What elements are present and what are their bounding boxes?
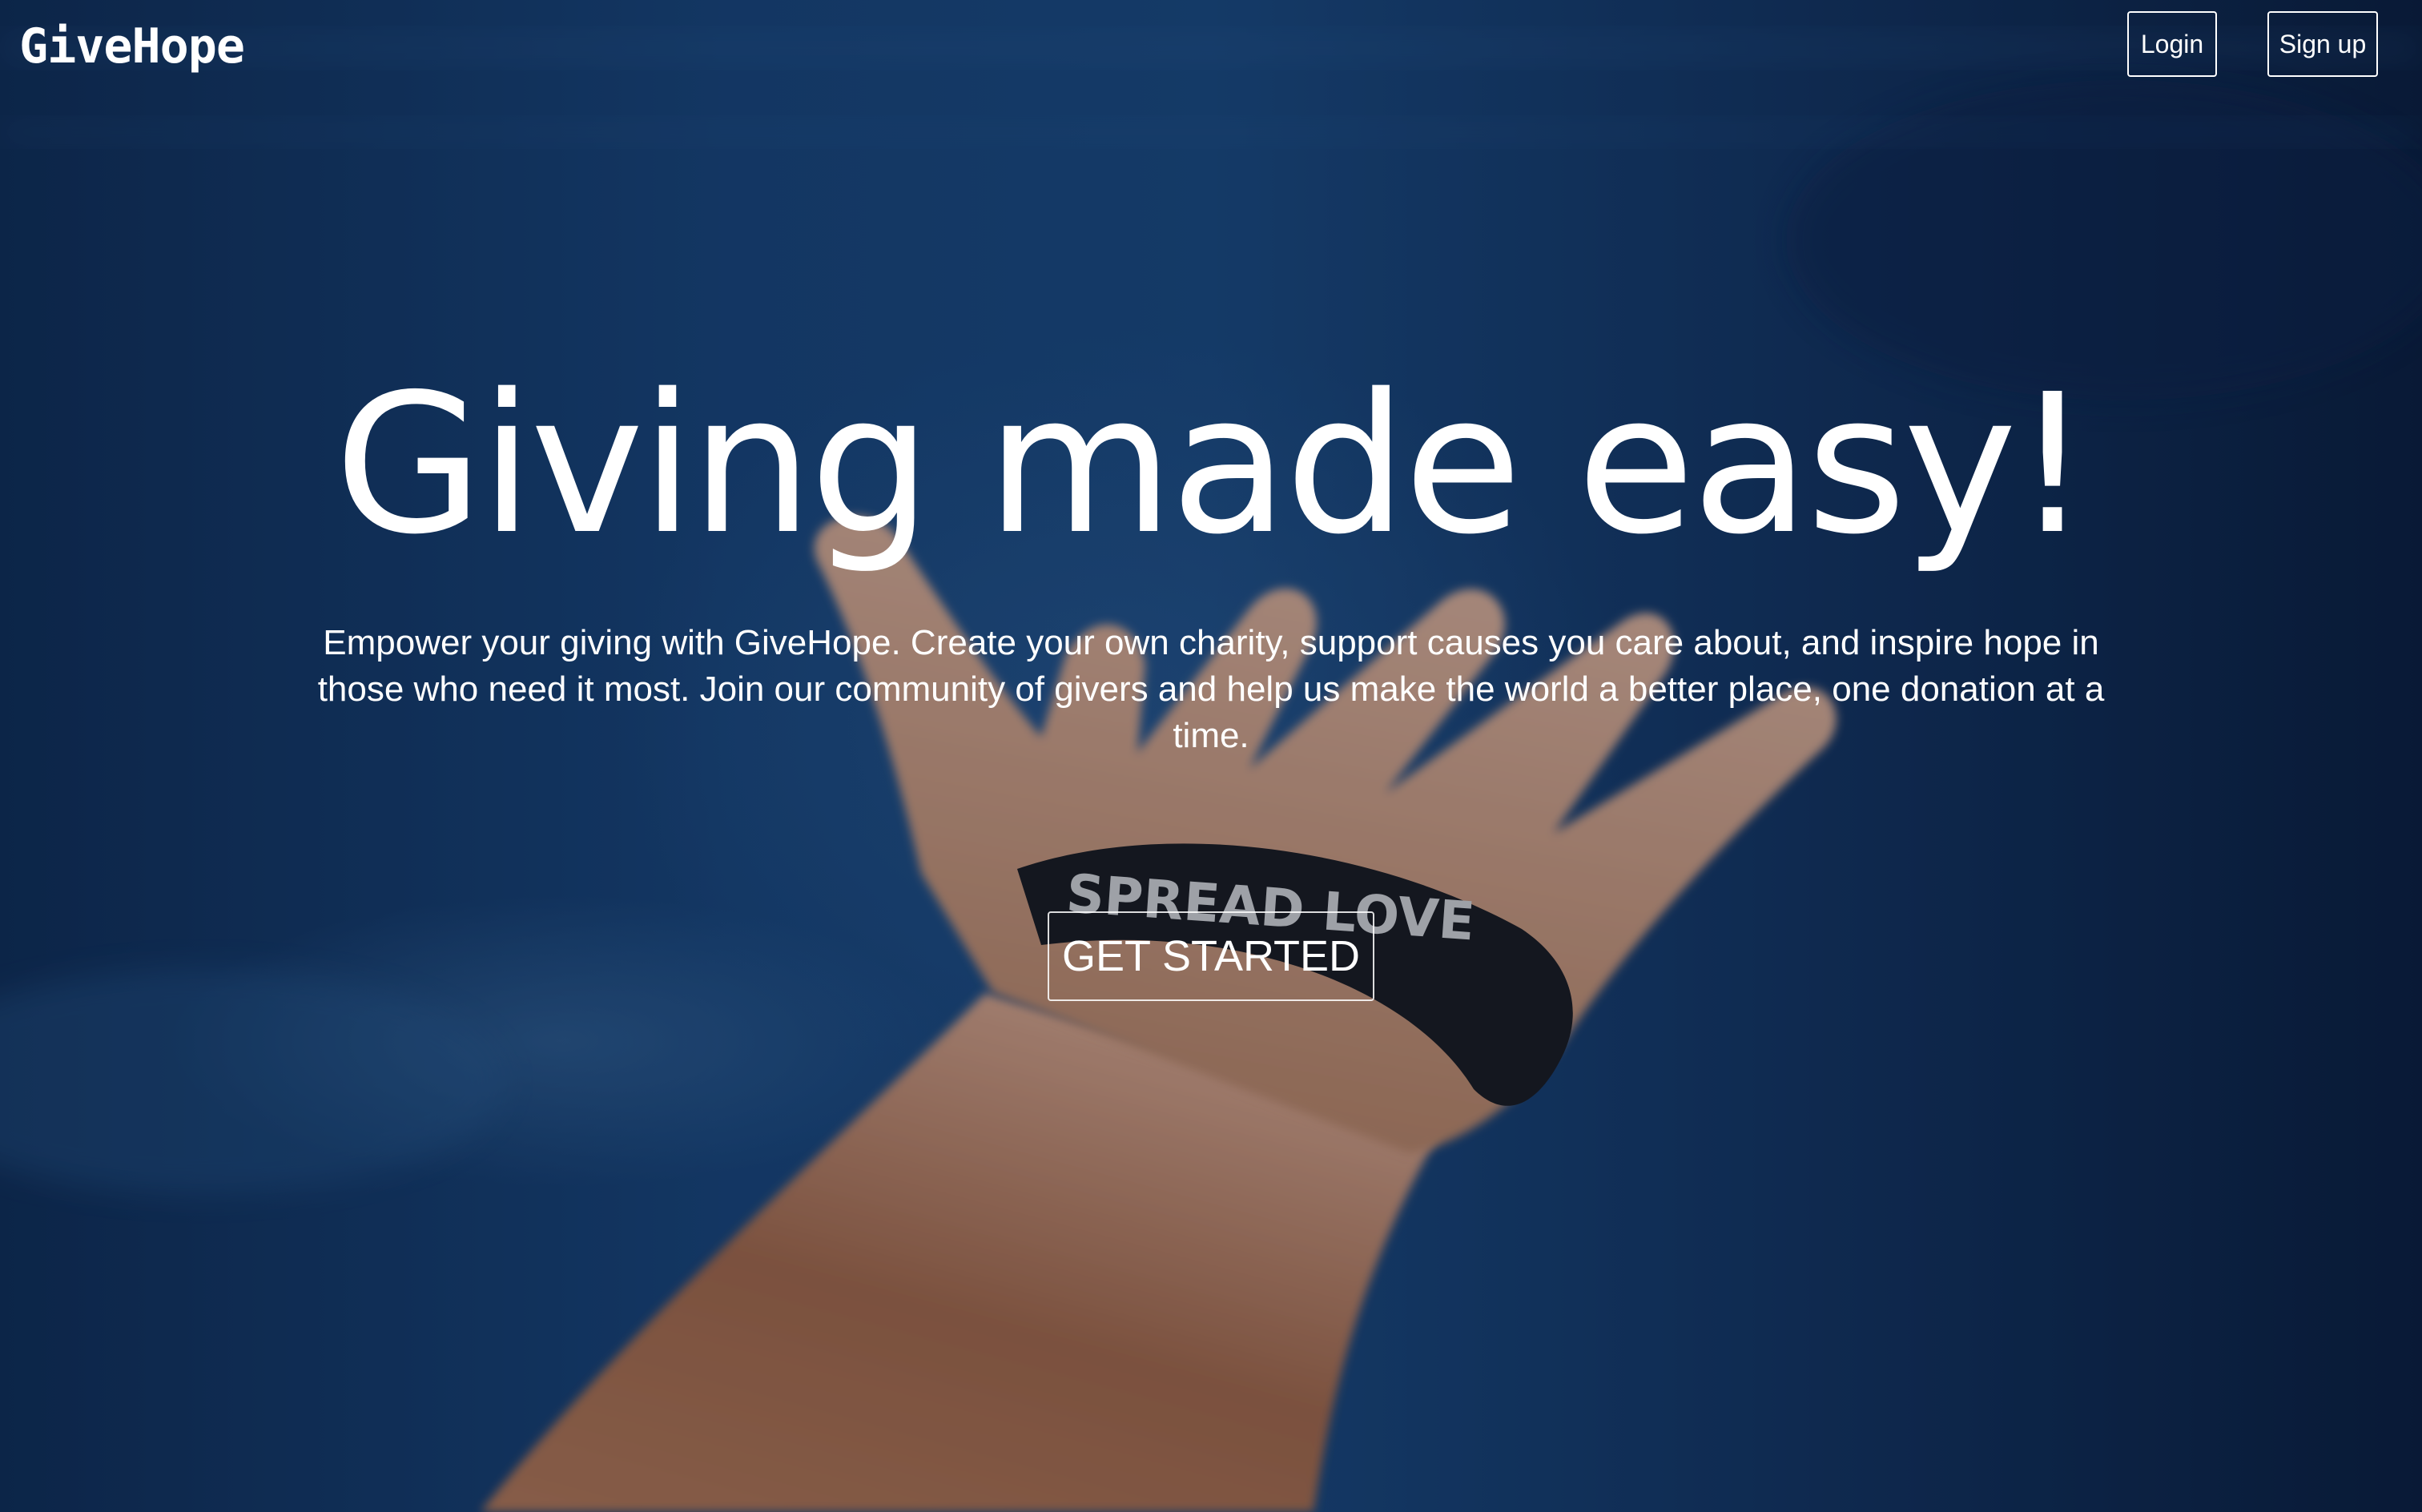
- hero-subtitle: Empower your giving with GiveHope. Creat…: [317, 623, 2105, 755]
- signup-button[interactable]: Sign up: [2267, 11, 2378, 77]
- get-started-button[interactable]: GET STARTED: [1048, 911, 1374, 1001]
- hero-title: Giving made easy!: [334, 352, 2090, 577]
- brand-logo[interactable]: GiveHope: [19, 14, 245, 78]
- login-button[interactable]: Login: [2127, 11, 2217, 77]
